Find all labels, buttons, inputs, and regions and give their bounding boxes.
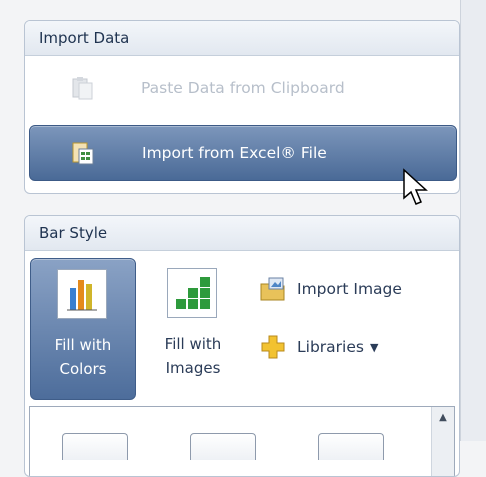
paste-from-clipboard-button[interactable]: Paste Data from Clipboard — [29, 61, 455, 115]
fill-images-label: Fill with Images — [141, 332, 245, 380]
libraries-label: Libraries — [297, 338, 364, 356]
folder-image-icon — [259, 275, 287, 303]
paste-label: Paste Data from Clipboard — [141, 79, 345, 97]
fill-with-images-button[interactable]: Fill with Images — [141, 258, 245, 398]
mouse-cursor-icon — [403, 168, 428, 205]
excel-label: Import from Excel® File — [142, 144, 327, 162]
bar-style-gallery[interactable]: ▲ — [29, 406, 455, 476]
gallery-item[interactable] — [190, 433, 256, 460]
bar-style-title: Bar Style — [25, 216, 459, 251]
fill-colors-line1: Fill with — [54, 336, 112, 354]
bar-style-panel: Bar Style Fill with Colors Fill with Ima… — [24, 215, 460, 477]
import-data-title: Import Data — [25, 21, 459, 56]
plus-puzzle-icon — [259, 333, 287, 361]
gallery-item[interactable] — [318, 433, 384, 460]
fill-images-line2: Images — [165, 359, 221, 377]
right-edge-scrollbar — [460, 0, 486, 441]
fill-colors-label: Fill with Colors — [31, 333, 135, 381]
libraries-dropdown[interactable]: Libraries ▼ — [259, 332, 378, 362]
scroll-up-arrow-icon[interactable]: ▲ — [432, 407, 454, 429]
bar-colors-icon — [57, 269, 107, 319]
excel-import-icon — [70, 139, 98, 167]
import-image-button[interactable]: Import Image — [259, 274, 402, 304]
clipboard-paste-icon — [69, 74, 97, 102]
fill-colors-line2: Colors — [59, 360, 107, 378]
gallery-item[interactable] — [62, 433, 128, 460]
fill-with-colors-button[interactable]: Fill with Colors — [30, 258, 136, 400]
fill-images-line1: Fill with — [164, 335, 222, 353]
import-excel-button[interactable]: Import from Excel® File — [29, 125, 457, 181]
chevron-down-icon: ▼ — [369, 340, 379, 354]
import-data-panel: Import Data Paste Data from Clipboard Im… — [24, 20, 460, 194]
gallery-scrollbar[interactable]: ▲ — [431, 407, 454, 476]
bar-images-icon — [167, 268, 217, 318]
import-image-label: Import Image — [297, 280, 402, 298]
